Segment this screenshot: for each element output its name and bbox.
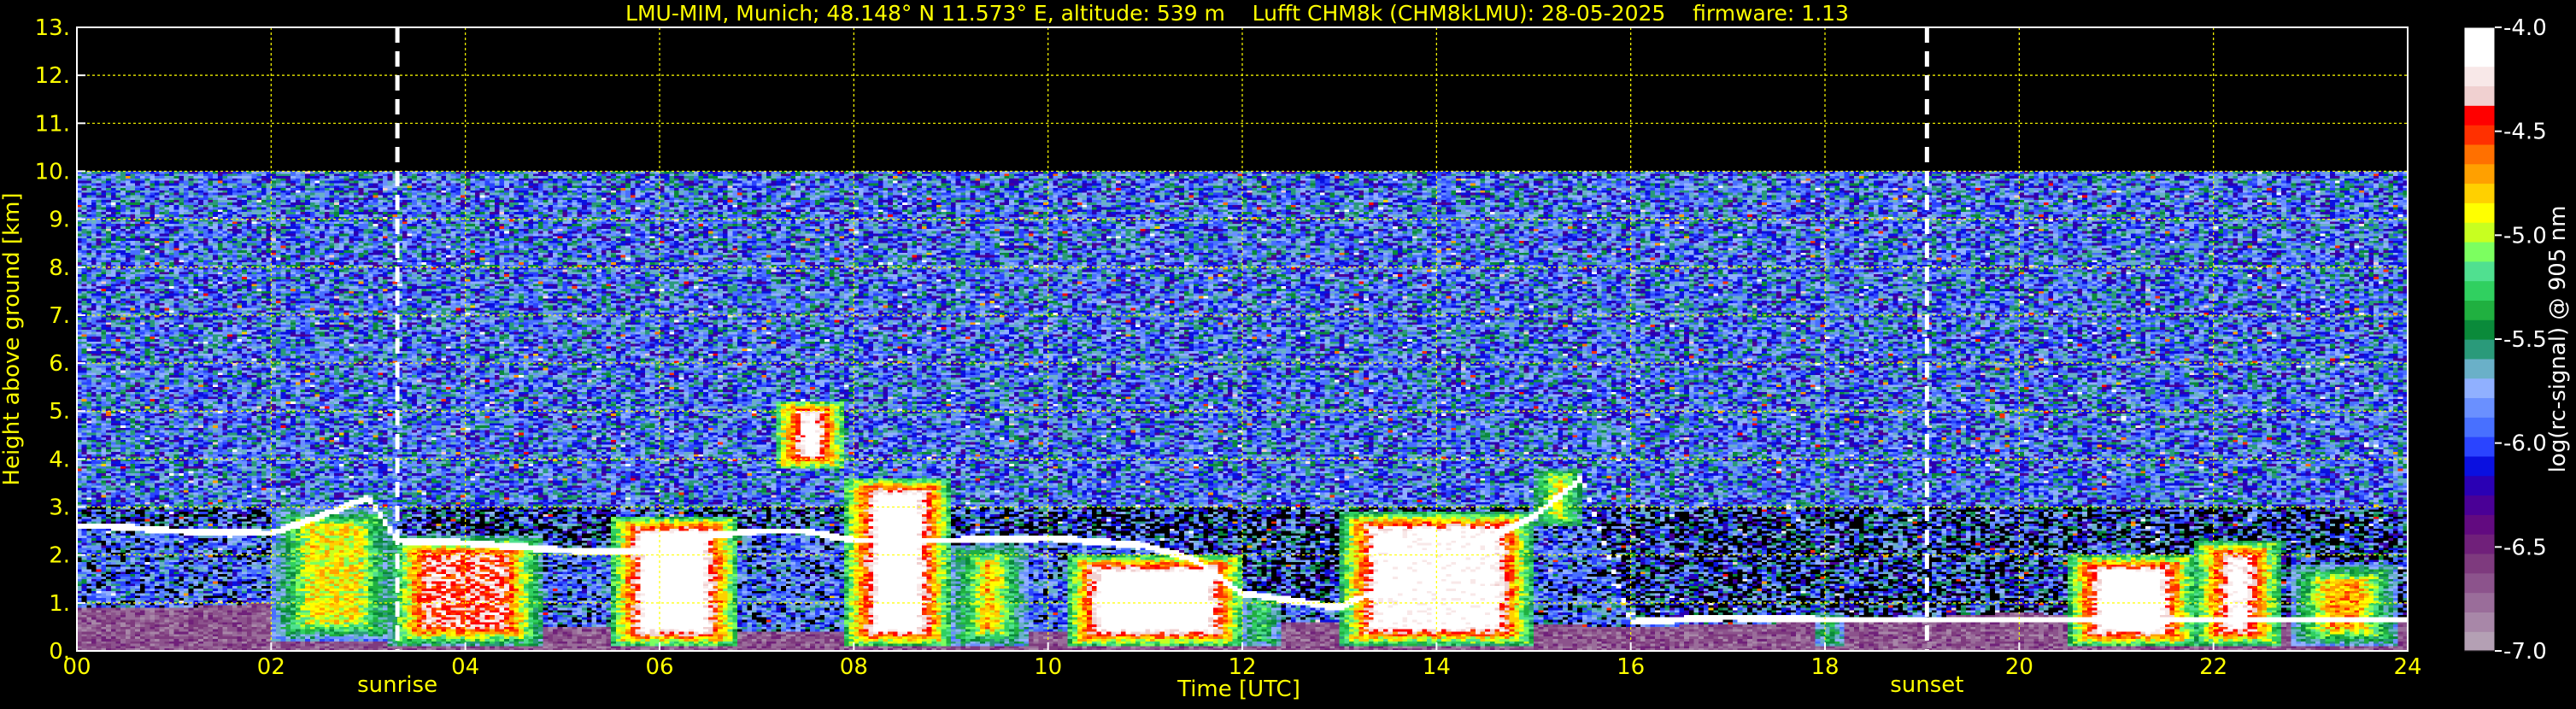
x-tick-label: 18 [1810, 654, 1839, 680]
colorbar-segment [2464, 592, 2495, 612]
colorbar-tick-label: -5.5 [2503, 327, 2547, 353]
y-tick-label: 1. [49, 591, 70, 617]
colorbar-segment [2464, 280, 2495, 301]
colorbar-segment [2464, 319, 2495, 340]
y-tick-label: 9. [49, 208, 70, 233]
y-tick-label: 11. [35, 111, 70, 137]
colorbar-segment [2464, 475, 2495, 496]
colorbar-segment [2464, 631, 2495, 652]
marker-label-sunset: sunset [1890, 672, 1963, 698]
colorbar-segment [2464, 300, 2495, 320]
colorbar-tick-label: -5.0 [2503, 223, 2547, 249]
colorbar-segment [2464, 553, 2495, 574]
colorbar-segment [2464, 85, 2495, 106]
x-tick-label: 04 [451, 654, 479, 680]
x-tick-label: 14 [1423, 654, 1451, 680]
y-tick-label: 5. [49, 399, 70, 425]
x-tick-label: 22 [2199, 654, 2227, 680]
colorbar-segment [2464, 572, 2495, 594]
x-tick-label: 16 [1617, 654, 1645, 680]
colorbar-tick-label: -6.0 [2503, 431, 2547, 457]
colorbar-tick-label: -4.5 [2503, 120, 2547, 145]
colorbar-segment [2464, 612, 2495, 632]
colorbar-segment [2464, 163, 2495, 185]
x-tick-label: 06 [645, 654, 673, 680]
colorbar-segment [2464, 339, 2495, 360]
colorbar-segment [2464, 417, 2495, 437]
x-tick-label: 10 [1034, 654, 1062, 680]
colorbar-segment [2464, 46, 2495, 67]
y-tick-label: 7. [49, 303, 70, 329]
colorbar-segment [2464, 183, 2495, 203]
colorbar-segment [2464, 202, 2495, 223]
x-tick-label: 08 [840, 654, 868, 680]
colorbar-segment [2464, 397, 2495, 418]
colorbar-segment [2464, 222, 2495, 243]
x-tick-label: 20 [2005, 654, 2033, 680]
colorbar-segment [2464, 455, 2495, 477]
colorbar-tick-label: -7.0 [2503, 639, 2547, 665]
y-tick-label: 12. [35, 63, 70, 89]
colorbar-segment [2464, 144, 2495, 165]
colorbar-segment [2464, 241, 2495, 262]
y-tick-label: 6. [49, 351, 70, 377]
chart-svg: LMU-MIM, Munich; 48.148° N 11.573° E, al… [0, 1, 2571, 702]
colorbar-segment [2464, 378, 2495, 399]
y-tick-label: 3. [49, 495, 70, 521]
y-tick-label: 8. [49, 255, 70, 281]
y-tick-label: 4. [49, 447, 70, 472]
colorbar-segment [2464, 261, 2495, 282]
y-axis-label: Height above ground [km] [0, 192, 25, 485]
colorbar-segment [2464, 534, 2495, 554]
colorbar-segment [2464, 125, 2495, 145]
colorbar: -7.0 -6.5 -6.0 -5.5 -5.0 -4.5 -4.0 [2463, 15, 2547, 665]
y-tick-label: 0. [49, 639, 70, 665]
colorbar-tick-label: -6.5 [2503, 535, 2547, 560]
x-tick-label: 24 [2393, 654, 2421, 680]
y-tick-label: 10. [35, 159, 70, 185]
chart-title: LMU-MIM, Munich; 48.148° N 11.573° E, al… [625, 1, 1849, 26]
y-tick-label: 13. [35, 15, 70, 41]
colorbar-segment [2464, 437, 2495, 457]
colorbar-segment [2464, 66, 2495, 87]
marker-label-sunrise: sunrise [357, 672, 437, 698]
colorbar-segment [2464, 495, 2495, 515]
colorbar-segment [2464, 105, 2495, 126]
x-axis-label: Time [UTC] [1177, 677, 1300, 702]
colorbar-segment [2464, 514, 2495, 535]
colorbar-segment [2464, 27, 2495, 48]
colorbar-label: log(rc-signal) @ 905 nm [2545, 206, 2571, 473]
colorbar-tick-label: -4.0 [2503, 15, 2547, 41]
x-tick-label: 02 [257, 654, 285, 680]
ceilometer-figure: LMU-MIM, Munich; 48.148° N 11.573° E, al… [0, 0, 2576, 706]
y-tick-label: 2. [49, 543, 70, 569]
colorbar-segment [2464, 358, 2495, 379]
